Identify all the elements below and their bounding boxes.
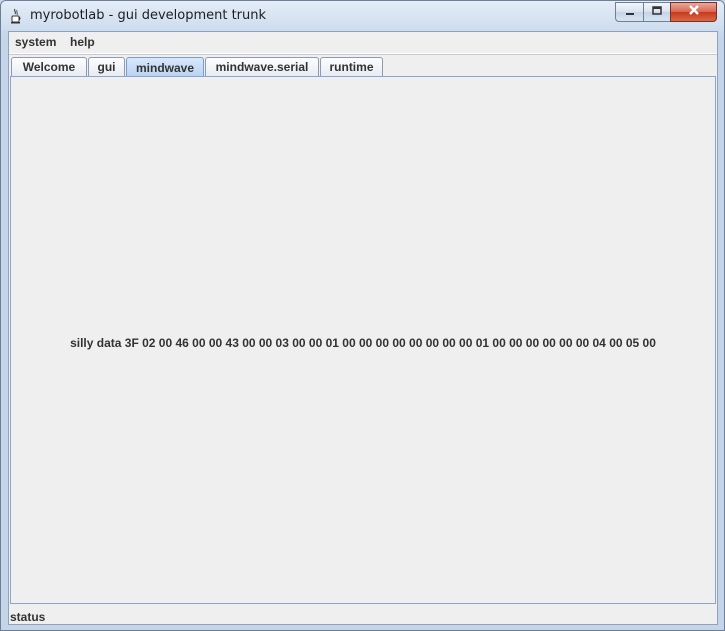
tab-runtime[interactable]: runtime	[320, 57, 383, 76]
java-app-icon	[10, 8, 22, 24]
close-icon	[687, 3, 701, 21]
data-readout: silly data 3F 02 00 46 00 00 43 00 00 03…	[70, 336, 656, 350]
client-area: system help Welcome gui mindwave mindwav…	[8, 31, 718, 625]
tab-gui[interactable]: gui	[88, 57, 125, 76]
menu-divider	[9, 54, 717, 55]
tab-content-panel: silly data 3F 02 00 46 00 00 43 00 00 03…	[10, 76, 716, 604]
maximize-icon	[651, 3, 663, 21]
status-bar: status	[9, 608, 717, 624]
tab-strip: Welcome gui mindwave mindwave.serial run…	[11, 56, 715, 77]
status-text: status	[10, 610, 46, 624]
close-button[interactable]	[670, 2, 717, 22]
app-window: myrobotlab - gui development trunk syste…	[0, 0, 725, 631]
menu-system[interactable]: system	[15, 35, 56, 49]
maximize-button[interactable]	[643, 2, 671, 22]
window-title: myrobotlab - gui development trunk	[30, 8, 267, 23]
tab-mindwave-serial[interactable]: mindwave.serial	[205, 57, 319, 76]
minimize-button[interactable]	[615, 2, 644, 22]
minimize-icon	[624, 3, 636, 21]
menu-bar: system help	[9, 32, 717, 54]
tab-mindwave[interactable]: mindwave	[126, 57, 204, 77]
tab-welcome[interactable]: Welcome	[11, 57, 87, 76]
title-bar[interactable]: myrobotlab - gui development trunk	[1, 1, 724, 31]
menu-help[interactable]: help	[70, 35, 95, 49]
